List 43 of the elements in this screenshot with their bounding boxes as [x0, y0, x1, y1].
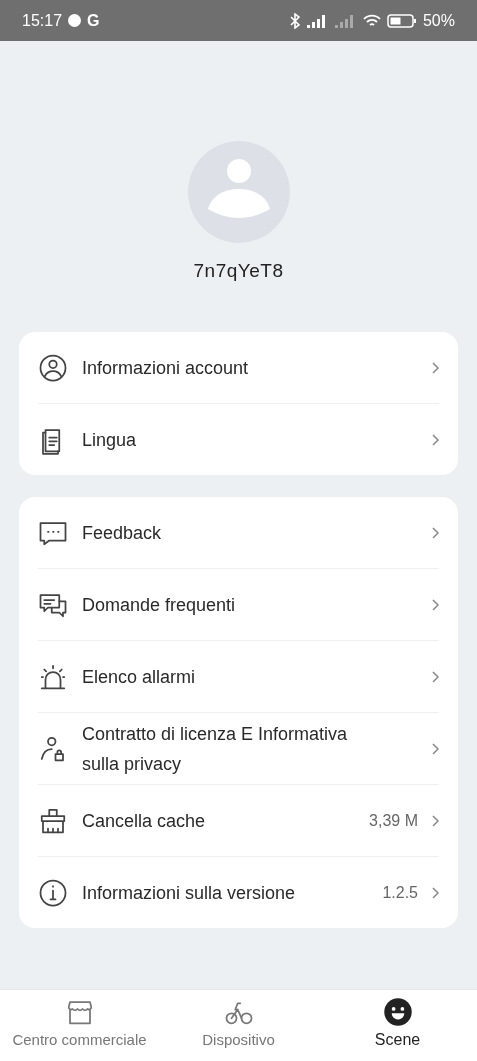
notification-dot-icon — [68, 14, 82, 27]
tab-label: Scene — [374, 1031, 421, 1049]
avatar-icon[interactable] — [187, 141, 290, 243]
menu-label: Informazioni account — [82, 356, 250, 380]
menu-row[interactable]: Elenco allarmi — [38, 641, 439, 713]
battery-percent: 50% — [422, 11, 455, 30]
menu-label: Contratto di licenza E Informativa sulla privacy — [82, 722, 349, 776]
chevron-right-icon — [432, 814, 439, 827]
chevron-right-icon — [432, 526, 439, 539]
carrier-letter: G — [87, 11, 100, 30]
menu-value: 3,39 M — [369, 811, 418, 830]
nav-tab[interactable]: Dispositivo — [159, 990, 318, 1061]
bluetooth-icon — [288, 12, 301, 29]
smiley-icon — [382, 997, 413, 1027]
person-icon — [38, 352, 68, 383]
username: 7n7qYeT8 — [193, 260, 284, 282]
chevron-right-icon — [432, 742, 439, 755]
nav-tab[interactable]: Centro commerciale — [0, 990, 159, 1061]
menu-row[interactable]: Domande frequenti — [38, 569, 439, 641]
nav-tab[interactable]: Scene — [318, 990, 477, 1061]
chevron-right-icon — [432, 670, 439, 683]
menu-label: Informazioni sulla versione — [82, 881, 297, 905]
menu-row[interactable]: Informazioni account — [38, 332, 439, 404]
menu-row[interactable]: Lingua — [38, 404, 439, 475]
menu-row[interactable]: Cancella cache 3,39 M — [38, 785, 439, 857]
menu-label: Lingua — [82, 428, 138, 452]
menu-row[interactable]: Contratto di licenza E Informativa sulla privacy — [38, 713, 439, 785]
menu-row[interactable]: Informazioni sulla versione 1.2.5 — [38, 857, 439, 928]
chevron-right-icon — [432, 361, 439, 374]
menu-value: 1.2.5 — [382, 883, 418, 902]
menu-label: Feedback — [82, 521, 163, 545]
menu-row[interactable]: Feedback — [38, 497, 439, 569]
chevron-right-icon — [432, 433, 439, 446]
battery-icon — [386, 13, 417, 28]
menu-label: Cancella cache — [82, 809, 207, 833]
wifi-icon — [362, 13, 381, 28]
clock-time: 15:17 — [22, 11, 63, 30]
menu-label: Domande frequenti — [82, 593, 237, 617]
tab-label: Dispositivo — [202, 1031, 275, 1048]
tab-label: Centro commerciale — [12, 1031, 147, 1048]
chevron-right-icon — [432, 886, 439, 899]
chevron-right-icon — [432, 598, 439, 611]
menu-label: Elenco allarmi — [82, 665, 197, 689]
